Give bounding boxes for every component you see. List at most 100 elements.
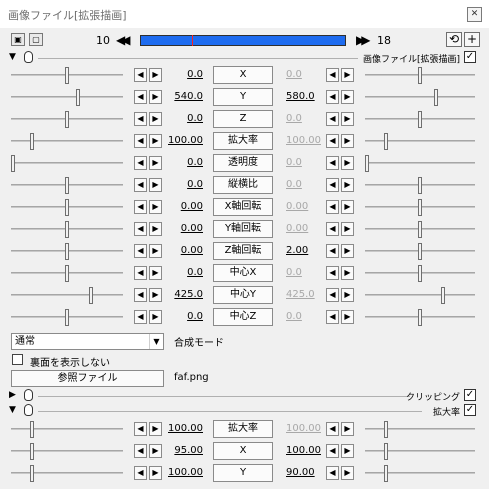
decrement-arrow-icon[interactable]: ◀: [134, 90, 147, 104]
increment-arrow-icon[interactable]: ▶: [341, 112, 354, 126]
decrement-arrow-icon[interactable]: ◀: [134, 266, 147, 280]
timeline-bar[interactable]: [140, 35, 346, 46]
end-value[interactable]: 0.0: [286, 69, 326, 80]
decrement-arrow-icon[interactable]: ◀: [134, 444, 147, 458]
end-value-slider[interactable]: [365, 309, 475, 326]
start-value-slider[interactable]: [11, 221, 123, 238]
slider-thumb[interactable]: [384, 465, 388, 482]
rewind-icon[interactable]: ◀◀: [116, 33, 131, 47]
decrement-arrow-icon[interactable]: ◀: [134, 422, 147, 436]
collapse-triangle-icon[interactable]: ▼: [9, 405, 16, 415]
decrement-arrow-icon[interactable]: ◀: [326, 244, 339, 258]
end-value[interactable]: 0.0: [286, 113, 326, 124]
start-value[interactable]: 0.0: [167, 113, 203, 124]
slider-thumb[interactable]: [418, 265, 422, 282]
decrement-arrow-icon[interactable]: ◀: [134, 156, 147, 170]
end-value[interactable]: 90.00: [286, 467, 326, 478]
param-name-button[interactable]: 中心X: [213, 264, 273, 282]
param-name-button[interactable]: 中心Z: [213, 308, 273, 326]
slider-thumb[interactable]: [384, 443, 388, 460]
end-value-slider[interactable]: [365, 133, 475, 150]
param-name-button[interactable]: 縦横比: [213, 176, 273, 194]
increment-arrow-icon[interactable]: ▶: [149, 422, 162, 436]
decrement-arrow-icon[interactable]: ◀: [134, 222, 147, 236]
param-name-button[interactable]: X軸回転: [213, 198, 273, 216]
slider-thumb[interactable]: [418, 243, 422, 260]
slider-thumb[interactable]: [418, 199, 422, 216]
decrement-arrow-icon[interactable]: ◀: [326, 288, 339, 302]
reset-icon[interactable]: ⟲: [446, 32, 462, 47]
slider-thumb[interactable]: [418, 67, 422, 84]
slider-thumb[interactable]: [30, 421, 34, 438]
start-value-slider[interactable]: [11, 133, 123, 150]
slider-thumb[interactable]: [418, 309, 422, 326]
fast-forward-icon[interactable]: ▶▶: [356, 33, 371, 47]
increment-arrow-icon[interactable]: ▶: [341, 310, 354, 324]
end-value-slider[interactable]: [365, 89, 475, 106]
increment-arrow-icon[interactable]: ▶: [149, 310, 162, 324]
param-name-button[interactable]: 透明度: [213, 154, 273, 172]
start-value-slider[interactable]: [11, 309, 123, 326]
decrement-arrow-icon[interactable]: ◀: [326, 112, 339, 126]
decrement-arrow-icon[interactable]: ◀: [326, 444, 339, 458]
end-value[interactable]: 425.0: [286, 289, 326, 300]
increment-arrow-icon[interactable]: ▶: [341, 200, 354, 214]
decrement-arrow-icon[interactable]: ◀: [326, 200, 339, 214]
end-value[interactable]: 100.00: [286, 445, 326, 456]
start-value-slider[interactable]: [11, 155, 123, 172]
increment-arrow-icon[interactable]: ▶: [149, 156, 162, 170]
end-value-slider[interactable]: [365, 177, 475, 194]
end-value[interactable]: 0.0: [286, 157, 326, 168]
decrement-arrow-icon[interactable]: ◀: [326, 466, 339, 480]
end-value[interactable]: 100.00: [286, 423, 326, 434]
decrement-arrow-icon[interactable]: ◀: [134, 134, 147, 148]
slider-thumb[interactable]: [384, 133, 388, 150]
decrement-arrow-icon[interactable]: ◀: [326, 134, 339, 148]
decrement-arrow-icon[interactable]: ◀: [326, 266, 339, 280]
increment-arrow-icon[interactable]: ▶: [341, 266, 354, 280]
param-name-button[interactable]: X: [213, 66, 273, 84]
increment-arrow-icon[interactable]: ▶: [149, 244, 162, 258]
increment-arrow-icon[interactable]: ▶: [149, 134, 162, 148]
start-value[interactable]: 95.00: [167, 445, 203, 456]
slider-thumb[interactable]: [434, 89, 438, 106]
start-value[interactable]: 0.0: [167, 179, 203, 190]
param-name-button[interactable]: Z軸回転: [213, 242, 273, 260]
end-value-slider[interactable]: [365, 111, 475, 128]
start-value-slider[interactable]: [11, 443, 123, 460]
expand-triangle-icon[interactable]: ▶: [9, 390, 16, 400]
end-value-slider[interactable]: [365, 243, 475, 260]
increment-arrow-icon[interactable]: ▶: [149, 266, 162, 280]
scale-section-checkbox[interactable]: ✓: [464, 404, 476, 416]
decrement-arrow-icon[interactable]: ◀: [134, 288, 147, 302]
collapse-triangle-icon[interactable]: ▼: [9, 52, 16, 62]
clipping-checkbox[interactable]: ✓: [464, 389, 476, 401]
decrement-arrow-icon[interactable]: ◀: [134, 200, 147, 214]
decrement-arrow-icon[interactable]: ◀: [326, 68, 339, 82]
slider-thumb[interactable]: [418, 111, 422, 128]
param-name-button[interactable]: 拡大率: [213, 420, 273, 438]
increment-arrow-icon[interactable]: ▶: [149, 112, 162, 126]
param-name-button[interactable]: 拡大率: [213, 132, 273, 150]
chevron-down-icon[interactable]: ▼: [149, 334, 163, 349]
decrement-arrow-icon[interactable]: ◀: [326, 310, 339, 324]
increment-arrow-icon[interactable]: ▶: [149, 200, 162, 214]
decrement-arrow-icon[interactable]: ◀: [326, 178, 339, 192]
start-value[interactable]: 0.00: [167, 223, 203, 234]
start-value-slider[interactable]: [11, 199, 123, 216]
end-value-slider[interactable]: [365, 67, 475, 84]
start-value-slider[interactable]: [11, 243, 123, 260]
screen-icon[interactable]: ▢: [29, 33, 43, 46]
end-value-slider[interactable]: [365, 199, 475, 216]
start-value[interactable]: 425.0: [167, 289, 203, 300]
param-name-button[interactable]: 中心Y: [213, 286, 273, 304]
increment-arrow-icon[interactable]: ▶: [341, 156, 354, 170]
start-value[interactable]: 540.0: [167, 91, 203, 102]
end-value-slider[interactable]: [365, 421, 475, 438]
start-value-slider[interactable]: [11, 287, 123, 304]
timeline-cursor[interactable]: [192, 35, 193, 46]
main-section-checkbox[interactable]: ✓: [464, 51, 476, 63]
start-value[interactable]: 100.00: [167, 423, 203, 434]
increment-arrow-icon[interactable]: ▶: [341, 90, 354, 104]
start-value[interactable]: 100.00: [167, 135, 203, 146]
